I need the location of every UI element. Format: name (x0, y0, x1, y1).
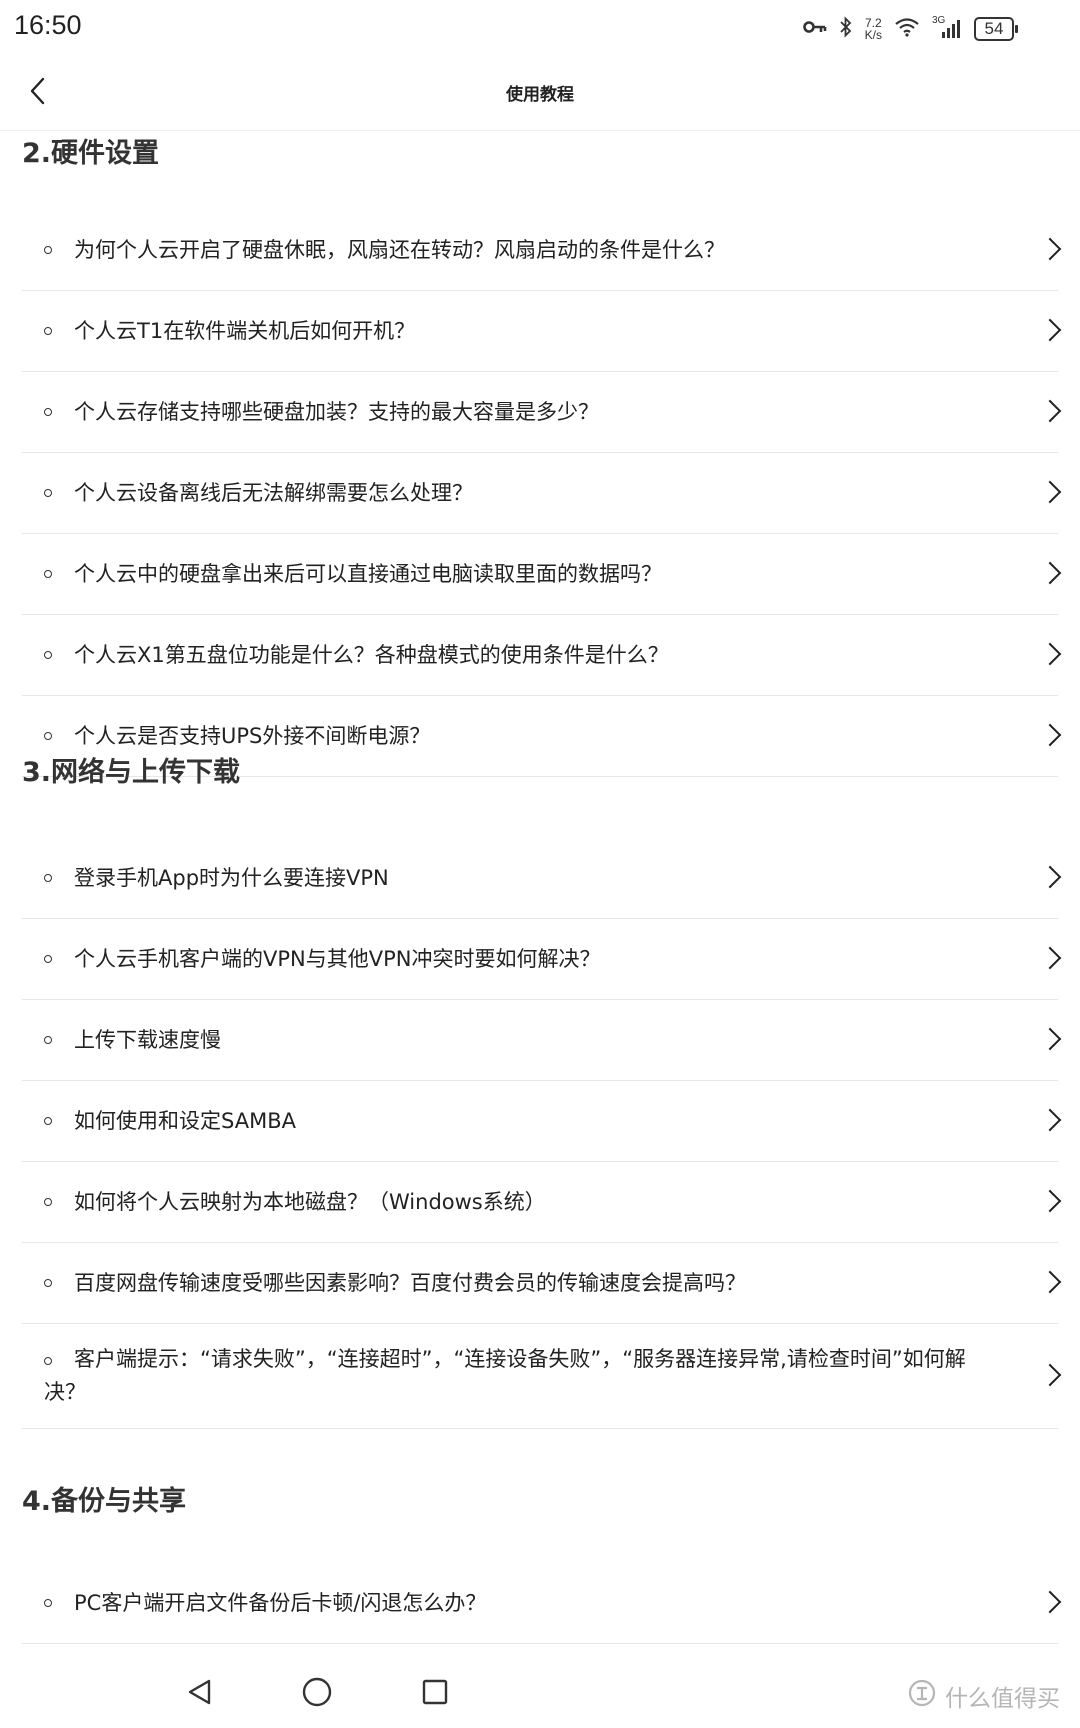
watermark: 什么值得买 (907, 1678, 1060, 1714)
faq-item[interactable]: PC客户端开启文件备份后卡顿/闪退怎么办？ (22, 1563, 1062, 1644)
status-icons: 7.2 K/s 3G 54 (802, 12, 1018, 46)
faq-item[interactable]: 客户端提示：“请求失败”，“连接超时”，“连接设备失败”，“服务器连接异常,请检… (22, 1324, 1062, 1429)
chevron-right-icon (1038, 723, 1062, 747)
chevron-right-icon (1038, 1590, 1062, 1614)
section-title: 3.网络与上传下载 (22, 757, 241, 788)
bullet-icon (44, 570, 52, 578)
section-title: 2.硬件设置 (22, 138, 160, 169)
bullet-icon (44, 1279, 52, 1287)
bullet-icon (44, 651, 52, 659)
watermark-logo-icon (907, 1678, 937, 1714)
chevron-right-icon (1038, 1108, 1062, 1132)
header-bar: 使用教程 (0, 58, 1080, 131)
bullet-icon (44, 732, 52, 740)
bullet-icon (44, 408, 52, 416)
network-speed: 7.2 K/s (864, 16, 882, 42)
wifi-icon (894, 17, 920, 41)
chevron-right-icon (1038, 1270, 1062, 1294)
faq-item[interactable]: 个人云X1第五盘位功能是什么？各种盘模式的使用条件是什么？ (22, 615, 1062, 696)
faq-list: PC客户端开启文件备份后卡顿/闪退怎么办？ (22, 1563, 1062, 1644)
bullet-icon (44, 489, 52, 497)
bullet-icon (44, 1198, 52, 1206)
section-backup: 4.备份与共享 PC客户端开启文件备份后卡顿/闪退怎么办？ (0, 1479, 1080, 1644)
tutorial-content[interactable]: 2.硬件设置 为何个人云开启了硬盘休眠，风扇还在转动？风扇启动的条件是什么？ 个… (0, 131, 1080, 1660)
bullet-icon (44, 327, 52, 335)
faq-item[interactable]: 为何个人云开启了硬盘休眠，风扇还在转动？风扇启动的条件是什么？ (22, 210, 1062, 291)
section-network: 3.网络与上传下载 登录手机App时为什么要连接VPN 个人云手机客户端的VPN… (0, 750, 1080, 1429)
chevron-right-icon (1038, 237, 1062, 261)
faq-item[interactable]: 如何将个人云映射为本地磁盘？（Windows系统） (22, 1162, 1062, 1243)
battery-icon: 54 (974, 17, 1018, 41)
chevron-right-icon (1038, 865, 1062, 889)
bullet-icon (44, 1036, 52, 1044)
bullet-icon (44, 1599, 52, 1607)
faq-item[interactable]: 如何使用和设定SAMBA (22, 1081, 1062, 1162)
chevron-right-icon (1038, 561, 1062, 585)
bullet-icon (44, 955, 52, 963)
chevron-right-icon (1038, 946, 1062, 970)
key-icon (802, 19, 827, 39)
home-circle-icon (301, 1676, 333, 1712)
section-title: 4.备份与共享 (22, 1486, 187, 1517)
faq-item[interactable]: 个人云设备离线后无法解绑需要怎么处理？ (22, 453, 1062, 534)
nav-home-button[interactable] (293, 1670, 341, 1718)
recents-square-icon (421, 1678, 449, 1710)
nav-recents-button[interactable] (411, 1670, 459, 1718)
faq-list: 为何个人云开启了硬盘休眠，风扇还在转动？风扇启动的条件是什么？ 个人云T1在软件… (22, 210, 1062, 777)
status-bar: 16:50 7.2 K/s 3G 54 (0, 0, 1080, 58)
faq-item[interactable]: 个人云存储支持哪些硬盘加装？支持的最大容量是多少？ (22, 372, 1062, 453)
chevron-right-icon (1038, 318, 1062, 342)
status-time: 16:50 (14, 10, 82, 40)
faq-item[interactable]: 个人云T1在软件端关机后如何开机？ (22, 291, 1062, 372)
page-title: 使用教程 (506, 85, 574, 105)
chevron-right-icon (1038, 1189, 1062, 1213)
faq-item[interactable]: 个人云手机客户端的VPN与其他VPN冲突时要如何解决？ (22, 919, 1062, 1000)
bullet-icon (44, 1117, 52, 1125)
system-nav-bar: 什么值得买 (0, 1660, 1080, 1728)
faq-item[interactable]: 上传下载速度慢 (22, 1000, 1062, 1081)
chevron-right-icon (1038, 399, 1062, 423)
faq-item[interactable]: 个人云中的硬盘拿出来后可以直接通过电脑读取里面的数据吗？ (22, 534, 1062, 615)
faq-list: 登录手机App时为什么要连接VPN 个人云手机客户端的VPN与其他VPN冲突时要… (22, 838, 1062, 1429)
bluetooth-icon (839, 16, 853, 42)
chevron-right-icon (1038, 1027, 1062, 1051)
chevron-right-icon (1038, 642, 1062, 666)
faq-item[interactable]: 百度网盘传输速度受哪些因素影响？百度付费会员的传输速度会提高吗？ (22, 1243, 1062, 1324)
bullet-icon (44, 874, 52, 882)
chevron-right-icon (1038, 480, 1062, 504)
bullet-icon (44, 1357, 52, 1365)
bullet-icon (44, 246, 52, 254)
back-triangle-icon (185, 1677, 215, 1711)
section-hardware: 2.硬件设置 为何个人云开启了硬盘休眠，风扇还在转动？风扇启动的条件是什么？ 个… (0, 131, 1080, 777)
nav-back-button[interactable] (176, 1670, 224, 1718)
signal-icon: 3G (932, 15, 962, 40)
faq-item[interactable]: 登录手机App时为什么要连接VPN (22, 838, 1062, 919)
